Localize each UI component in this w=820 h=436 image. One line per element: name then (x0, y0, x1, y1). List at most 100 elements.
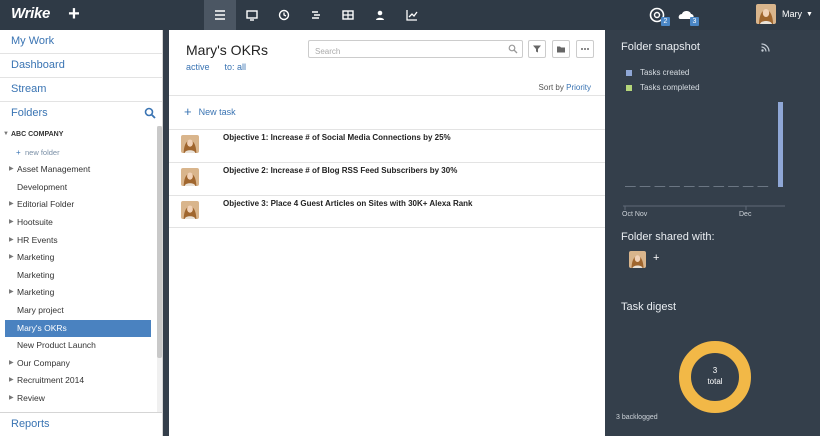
table-icon[interactable] (332, 0, 364, 30)
new-folder-label: new folder (25, 147, 60, 157)
expanded-arrow-icon[interactable]: ▼ (3, 126, 9, 144)
add-share-button[interactable]: + (653, 252, 659, 264)
new-folder-link[interactable]: + new folder (0, 144, 162, 162)
folder-item[interactable]: ▶ Marketing (0, 284, 162, 302)
collapsed-arrow-icon[interactable]: ▶ (9, 214, 14, 232)
new-task-label: New task (198, 107, 236, 117)
avatar[interactable] (629, 251, 646, 268)
folder-item[interactable]: New Product Launch (0, 337, 162, 355)
folder-item[interactable]: ▶ Editorial Folder (0, 196, 162, 214)
folder-item-selected[interactable]: Mary's OKRs (5, 319, 151, 338)
folder-shared-title: Folder shared with: (621, 231, 715, 243)
new-item-button[interactable]: + (66, 3, 82, 25)
folder-root-label: ABC COMPANY (11, 131, 64, 138)
task-row[interactable]: Objective 2: Increase # of Blog RSS Feed… (169, 162, 605, 195)
more-button[interactable] (576, 40, 594, 58)
nav-reports[interactable]: Reports (0, 412, 162, 436)
collapsed-arrow-icon[interactable]: ▶ (9, 249, 14, 267)
plus-icon: + (16, 147, 21, 157)
divider (169, 95, 605, 96)
gantt-icon[interactable] (300, 0, 332, 30)
chevron-down-icon: ▼ (806, 10, 813, 18)
folder-item-label: Marketing (17, 287, 55, 298)
collapsed-arrow-icon[interactable]: ▶ (9, 372, 14, 390)
wrike-logo[interactable]: Wrike (11, 5, 50, 22)
folder-actions-button[interactable] (552, 40, 570, 58)
backlogged-count[interactable]: 3 backlogged (616, 414, 658, 421)
sort-by-priority[interactable]: Priority (566, 83, 591, 92)
bar-tasks-created (757, 186, 769, 187)
folder-item[interactable]: ▶ Hootsuite (0, 214, 162, 232)
task-title[interactable]: Objective 3: Place 4 Guest Articles on S… (223, 199, 473, 208)
x-tick-label: Dec (739, 211, 752, 218)
menu-icon[interactable] (204, 0, 236, 30)
folder-item[interactable]: ▶ Review (0, 390, 162, 408)
folder-item[interactable]: ▶ Our Company (0, 355, 162, 373)
notifications-icon[interactable]: 2 (648, 6, 670, 26)
folder-item[interactable]: Marketing (0, 267, 162, 285)
new-task-button[interactable]: + New task (184, 104, 236, 119)
sidebar-scrollbar[interactable] (157, 126, 162, 416)
folder-item-label: Asset Management (17, 164, 91, 175)
inbox-badge: 3 (690, 17, 699, 26)
user-icon[interactable] (364, 0, 396, 30)
folders-label[interactable]: Folders (11, 107, 48, 119)
task-title[interactable]: Objective 1: Increase # of Social Media … (223, 133, 451, 142)
bar-tasks-created (698, 186, 710, 187)
folder-item-label: Mary's OKRs (17, 322, 67, 333)
collapsed-arrow-icon[interactable]: ▶ (9, 284, 14, 302)
folder-item-label: New Product Launch (17, 340, 96, 351)
status-filter[interactable]: active (186, 62, 210, 72)
plus-icon: + (184, 104, 192, 119)
digest-count: 3 (712, 366, 718, 375)
collapsed-arrow-icon[interactable]: ▶ (9, 390, 14, 408)
digest-label: total (707, 377, 723, 386)
main-panel: Mary's OKRs active to: all Sort by Prior… (169, 30, 605, 436)
monitor-icon[interactable] (236, 0, 268, 30)
collapsed-arrow-icon[interactable]: ▶ (9, 196, 14, 214)
nav-my-work[interactable]: My Work (0, 30, 162, 54)
more-icon (581, 48, 589, 50)
folder-root[interactable]: ▼ ABC COMPANY (0, 126, 162, 144)
collapsed-arrow-icon[interactable]: ▶ (9, 161, 14, 179)
page-title: Mary's OKRs (186, 42, 269, 58)
folders-header: Folders (0, 102, 162, 126)
avatar (181, 201, 199, 219)
legend-label: Tasks created (640, 68, 690, 77)
chart-icon[interactable] (396, 0, 428, 30)
task-title[interactable]: Objective 2: Increase # of Blog RSS Feed… (223, 166, 457, 175)
filter-button[interactable] (528, 40, 546, 58)
sort-label: Sort by (538, 83, 564, 92)
inbox-icon[interactable]: 3 (677, 6, 699, 26)
search-icon[interactable] (144, 107, 156, 119)
task-digest-title: Task digest (621, 301, 677, 313)
folder-item[interactable]: Development (0, 179, 162, 197)
search-icon[interactable] (508, 44, 518, 54)
folder-item-label: Mary project (17, 304, 64, 315)
x-tick-label: Oct Nov (622, 211, 648, 218)
scrollbar-thumb[interactable] (157, 126, 162, 358)
left-sidebar: My Work Dashboard Stream Folders ▼ ABC C… (0, 30, 163, 436)
folder-item[interactable]: ▶ Asset Management (0, 161, 162, 179)
collapsed-arrow-icon[interactable]: ▶ (9, 355, 14, 373)
bar-tasks-created (669, 186, 680, 187)
folder-item[interactable]: ▶ Recruitment 2014 (0, 372, 162, 390)
nav-stream[interactable]: Stream (0, 78, 162, 102)
folder-item[interactable]: ▶ HR Events (0, 232, 162, 250)
nav-dashboard[interactable]: Dashboard (0, 54, 162, 78)
folder-item[interactable]: ▶ Marketing (0, 249, 162, 267)
task-row[interactable]: Objective 1: Increase # of Social Media … (169, 129, 605, 162)
folder-item-label: HR Events (17, 234, 58, 245)
assignee-filter[interactable]: to: all (225, 62, 247, 72)
collapsed-arrow-icon[interactable]: ▶ (9, 232, 14, 250)
bar-tasks-created (742, 186, 754, 187)
task-row[interactable]: Objective 3: Place 4 Guest Articles on S… (169, 195, 605, 228)
folder-item[interactable]: Mary project (0, 302, 162, 320)
timer-icon[interactable] (268, 0, 300, 30)
rss-icon[interactable] (761, 43, 770, 52)
folder-icon (557, 46, 565, 53)
avatar (181, 135, 199, 153)
user-menu[interactable]: Mary ▼ (756, 4, 813, 24)
folder-snapshot-title: Folder snapshot (621, 41, 700, 53)
search-input[interactable] (309, 43, 499, 60)
